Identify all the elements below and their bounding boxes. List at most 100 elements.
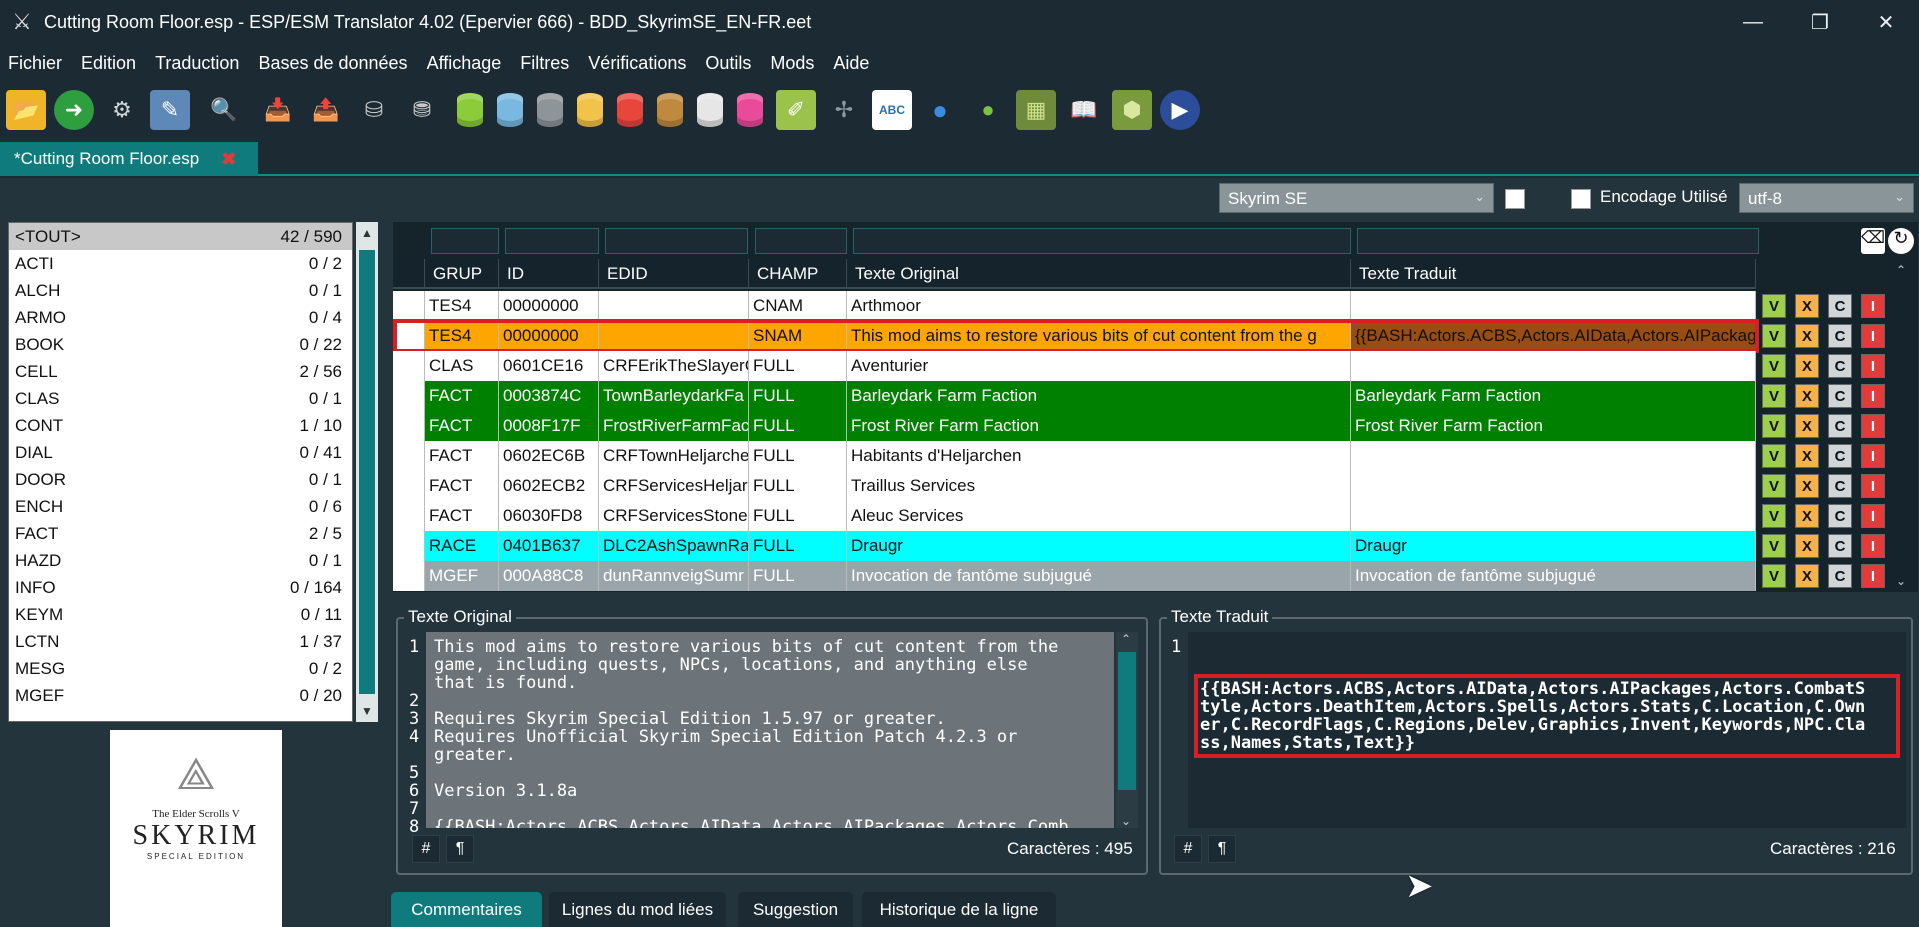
row-button-i[interactable]: I (1861, 504, 1885, 528)
header-id[interactable]: ID (499, 259, 599, 287)
row-button-v[interactable]: V (1762, 294, 1786, 318)
menu-outils[interactable]: Outils (705, 53, 751, 74)
row-button-i[interactable]: I (1861, 444, 1885, 468)
filter-traduit-input[interactable] (1357, 228, 1759, 254)
scroll-thumb[interactable] (359, 250, 375, 694)
close-button[interactable]: ✕ (1853, 0, 1919, 44)
refresh-icon[interactable]: ↻ (1888, 228, 1914, 254)
database-blue-icon[interactable] (497, 93, 523, 127)
minimize-button[interactable]: — (1720, 0, 1786, 44)
database-add-icon[interactable]: ⛃ (402, 90, 442, 130)
row-button-i[interactable]: I (1861, 414, 1885, 438)
file-tab[interactable]: *Cutting Room Floor.esp ✖ (0, 142, 258, 176)
settings-gear-icon[interactable]: ⚙ (102, 90, 142, 130)
header-grup[interactable]: GRUP (425, 259, 499, 287)
database-brown-icon[interactable] (657, 93, 683, 127)
row-button-c[interactable]: C (1828, 354, 1852, 378)
row-button-c[interactable]: C (1828, 534, 1852, 558)
filter-id-input[interactable] (505, 228, 599, 254)
row-button-x[interactable]: X (1795, 354, 1819, 378)
category-list[interactable]: <TOUT> 42 / 590 ACTI 0 / 2 ALCH 0 / 1 ARMO 0 / … (8, 222, 353, 722)
pilcrow-button[interactable]: ¶ (446, 835, 474, 863)
translated-text-area[interactable]: {{BASH:Actors.ACBS,Actors.AIData,Actors.… (1188, 632, 1906, 828)
row-button-c[interactable]: C (1828, 474, 1852, 498)
database-green-icon[interactable] (457, 93, 483, 127)
go-arrow-icon[interactable]: ➜ (54, 90, 94, 130)
row-button-i[interactable]: I (1861, 564, 1885, 588)
notes-icon[interactable]: ✐ (776, 90, 816, 130)
spellcheck-icon[interactable]: ABC (872, 90, 912, 130)
table-row[interactable]: TES4 00000000 SNAM This mod aims to restore… (393, 321, 1756, 351)
category-scrollbar[interactable]: ▲ ▼ (356, 222, 378, 722)
row-button-c[interactable]: C (1828, 504, 1852, 528)
eraser-icon[interactable]: ⌫ (1861, 228, 1885, 254)
category-item[interactable]: MESG 0 / 2 (9, 655, 352, 682)
table-row[interactable]: MGEF 000A88C8 dunRannveigSumr FULL Invocatio… (393, 561, 1756, 591)
row-button-x[interactable]: X (1795, 474, 1819, 498)
row-button-c[interactable]: C (1828, 294, 1852, 318)
play-icon[interactable]: ▶ (1160, 90, 1200, 130)
table-row[interactable]: FACT 0602EC6B CRFTownHeljarche FULL Habitant… (393, 441, 1756, 471)
row-button-x[interactable]: X (1795, 294, 1819, 318)
row-button-x[interactable]: X (1795, 504, 1819, 528)
filter-original-input[interactable] (853, 228, 1351, 254)
tab-lignes-du-mod-liees[interactable]: Lignes du mod liées (549, 892, 726, 927)
database-pink-icon[interactable] (737, 93, 763, 127)
row-button-i[interactable]: I (1861, 534, 1885, 558)
database-red-icon[interactable] (617, 93, 643, 127)
row-button-i[interactable]: I (1861, 354, 1885, 378)
tab-historique-de-la-ligne[interactable]: Historique de la ligne (862, 892, 1056, 927)
row-button-c[interactable]: C (1828, 324, 1852, 348)
category-item[interactable]: <TOUT> 42 / 590 (9, 223, 352, 250)
category-item[interactable]: INFO 0 / 164 (9, 574, 352, 601)
row-button-v[interactable]: V (1762, 444, 1786, 468)
menu-fichier[interactable]: Fichier (8, 53, 62, 74)
menu-aide[interactable]: Aide (833, 53, 869, 74)
category-item[interactable]: ARMO 0 / 4 (9, 304, 352, 331)
open-folder-icon[interactable]: 📂 (6, 90, 46, 130)
grid-scrollbar[interactable]: ⌃ ⌄ (1890, 259, 1914, 592)
search-tool-icon[interactable]: 🔍 (204, 90, 244, 130)
row-button-c[interactable]: C (1828, 384, 1852, 408)
original-text-scrollbar[interactable]: ⌃ ⌄ (1116, 632, 1138, 828)
package-icon[interactable]: ⬢ (1112, 90, 1152, 130)
encoding-checkbox[interactable] (1571, 189, 1591, 209)
encoding-select[interactable]: utf-8 ⌄ (1739, 183, 1914, 213)
row-button-x[interactable]: X (1795, 414, 1819, 438)
filter-champ-input[interactable] (755, 228, 847, 254)
row-button-x[interactable]: X (1795, 384, 1819, 408)
blue-dot-icon[interactable]: ● (920, 90, 960, 130)
category-item[interactable]: CONT 1 / 10 (9, 412, 352, 439)
row-button-x[interactable]: X (1795, 534, 1819, 558)
pilcrow-button[interactable]: ¶ (1208, 835, 1236, 863)
row-button-c[interactable]: C (1828, 414, 1852, 438)
green-dot-icon[interactable]: ● (968, 90, 1008, 130)
ruler-icon[interactable]: ✎ (150, 90, 190, 130)
header-edid[interactable]: EDID (599, 259, 749, 287)
category-item[interactable]: ALCH 0 / 1 (9, 277, 352, 304)
scroll-down-icon[interactable]: ▼ (361, 704, 373, 718)
row-button-x[interactable]: X (1795, 564, 1819, 588)
table-row[interactable]: CLAS 0601CE16 CRFErikTheSlayerC FULL Aventur… (393, 351, 1756, 381)
menu-affichage[interactable]: Affichage (427, 53, 502, 74)
database-grey-icon[interactable] (537, 93, 563, 127)
row-button-v[interactable]: V (1762, 384, 1786, 408)
table-row[interactable]: FACT 06030FD8 CRFServicesStonel FULL Aleuc S… (393, 501, 1756, 531)
category-item[interactable]: MGEF 0 / 20 (9, 682, 352, 709)
row-button-v[interactable]: V (1762, 504, 1786, 528)
table-row[interactable]: FACT 0602ECB2 CRFServicesHeljar FULL Traillu… (393, 471, 1756, 501)
row-button-v[interactable]: V (1762, 414, 1786, 438)
tab-suggestion[interactable]: Suggestion (738, 892, 853, 927)
book-icon[interactable]: 📖 (1064, 90, 1104, 130)
row-button-v[interactable]: V (1762, 534, 1786, 558)
menu-filtres[interactable]: Filtres (520, 53, 569, 74)
row-button-i[interactable]: I (1861, 324, 1885, 348)
database-white-icon[interactable] (697, 93, 723, 127)
original-text-area[interactable]: This mod aims to restore various bits of… (426, 632, 1114, 828)
row-button-c[interactable]: C (1828, 444, 1852, 468)
category-item[interactable]: LCTN 1 / 37 (9, 628, 352, 655)
scroll-up-icon[interactable]: ⌃ (1121, 632, 1131, 646)
export-icon[interactable]: 📤 (306, 90, 346, 130)
hash-button[interactable]: # (412, 835, 440, 863)
menu-mods[interactable]: Mods (770, 53, 814, 74)
